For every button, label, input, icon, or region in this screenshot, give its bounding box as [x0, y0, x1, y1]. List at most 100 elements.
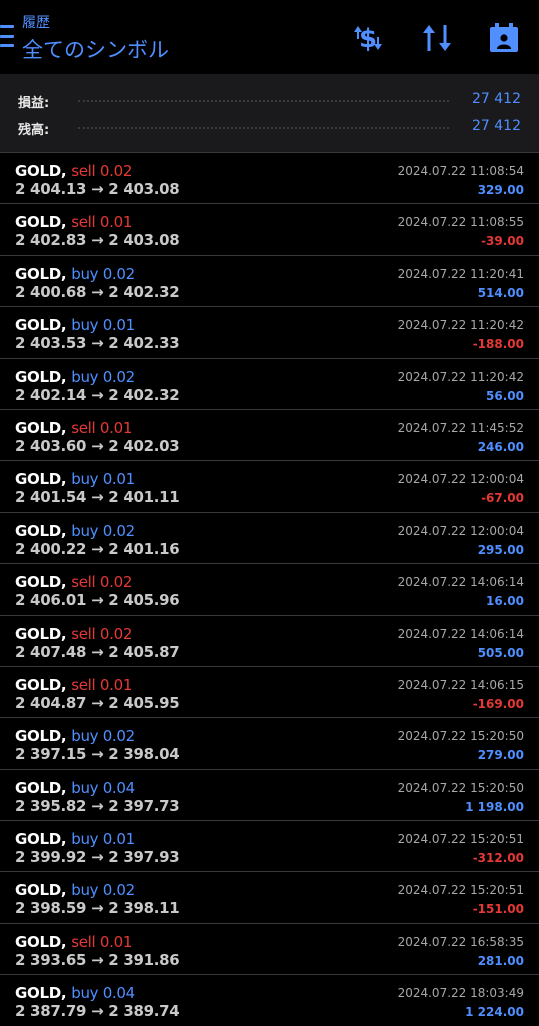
- trade-row[interactable]: GOLD, sell 0.01 2 403.60 → 2 402.03 2024.0…: [0, 408, 539, 460]
- trade-symbol: GOLD, buy 0.01: [15, 830, 135, 848]
- trade-time: 2024.07.22 11:20:42: [397, 318, 524, 333]
- trade-time: 2024.07.22 14:06:15: [397, 677, 524, 692]
- trade-row[interactable]: GOLD, buy 0.04 2 395.82 → 2 397.73 2024.07…: [0, 768, 539, 820]
- trade-row[interactable]: GOLD, sell 0.01 2 393.65 → 2 391.86 2024.0…: [0, 922, 539, 974]
- trade-history-list: GOLD, sell 0.02 2 404.13 → 2 403.08 2024.0…: [0, 152, 539, 1026]
- trade-side: buy 0.02: [71, 264, 135, 283]
- dollar-exchange-icon[interactable]: $: [350, 20, 386, 56]
- trade-symbol: GOLD, sell 0.02: [15, 162, 132, 180]
- symbol-name: GOLD,: [15, 932, 67, 951]
- trade-profit: 1 224.00: [465, 1005, 524, 1020]
- calendar-icon[interactable]: [486, 20, 522, 56]
- trade-prices: 2 393.65 → 2 391.86: [15, 950, 180, 969]
- menu-icon[interactable]: [0, 25, 14, 47]
- trade-row[interactable]: GOLD, sell 0.01 2 402.83 → 2 403.08 2024.0…: [0, 203, 539, 254]
- symbol-name: GOLD,: [15, 316, 67, 335]
- profit-value: 27 412: [472, 91, 521, 107]
- sort-icon[interactable]: [419, 20, 455, 56]
- trade-symbol: GOLD, sell 0.01: [15, 213, 132, 231]
- svg-text:$: $: [359, 24, 377, 54]
- trade-time: 2024.07.22 11:20:42: [397, 369, 524, 384]
- page-subtitle: 履歴: [22, 15, 50, 31]
- dotted-leader: [78, 127, 449, 129]
- trade-side: sell 0.02: [71, 624, 133, 643]
- trade-row[interactable]: GOLD, buy 0.02 2 397.15 → 2 398.04 2024.07…: [0, 717, 539, 768]
- trade-prices: 2 403.53 → 2 402.33: [15, 334, 180, 353]
- trade-profit: 514.00: [477, 285, 524, 300]
- trade-time: 2024.07.22 15:20:51: [397, 832, 524, 847]
- trade-row[interactable]: GOLD, sell 0.01 2 404.87 → 2 405.95 2024.0…: [0, 665, 539, 717]
- trade-row[interactable]: GOLD, buy 0.02 2 400.22 → 2 401.16 2024.07…: [0, 511, 539, 563]
- trade-symbol: GOLD, sell 0.01: [15, 933, 132, 951]
- trade-profit: 56.00: [486, 388, 524, 403]
- trade-time: 2024.07.22 12:00:04: [397, 472, 524, 487]
- trade-side: buy 0.02: [71, 521, 135, 540]
- trade-time: 2024.07.22 11:08:55: [397, 215, 524, 230]
- profit-label: 損益:: [18, 96, 50, 111]
- trade-time: 2024.07.22 14:06:14: [397, 626, 524, 641]
- symbol-name: GOLD,: [15, 984, 67, 1003]
- trade-prices: 2 399.92 → 2 397.93: [15, 848, 180, 867]
- trade-side: buy 0.02: [71, 727, 135, 746]
- trade-row[interactable]: GOLD, buy 0.02 2 400.68 → 2 402.32 2024.07…: [0, 254, 539, 306]
- trade-side: buy 0.02: [71, 367, 135, 386]
- trade-profit: 505.00: [477, 645, 524, 660]
- symbol-name: GOLD,: [15, 624, 67, 643]
- trade-time: 2024.07.22 18:03:49: [397, 986, 524, 1001]
- trade-profit: -169.00: [472, 696, 524, 711]
- trade-symbol: GOLD, buy 0.01: [15, 470, 135, 488]
- symbol-name: GOLD,: [15, 830, 67, 849]
- trade-time: 2024.07.22 11:08:54: [397, 164, 524, 178]
- trade-row[interactable]: GOLD, buy 0.04 2 387.79 → 2 389.74 2024.07…: [0, 974, 539, 1025]
- trade-prices: 2 407.48 → 2 405.87: [15, 642, 180, 661]
- trade-profit: 16.00: [486, 594, 524, 609]
- trade-symbol: GOLD, buy 0.02: [15, 727, 135, 745]
- trade-symbol: GOLD, buy 0.02: [15, 881, 135, 899]
- trade-side: sell 0.01: [71, 675, 133, 694]
- trade-prices: 2 398.59 → 2 398.11: [15, 899, 180, 918]
- symbol-name: GOLD,: [15, 367, 67, 386]
- trade-profit: -188.00: [472, 337, 524, 352]
- trade-symbol: GOLD, buy 0.02: [15, 368, 135, 386]
- summary-panel: 損益: 27 412 残高: 27 412: [0, 74, 539, 152]
- trade-profit: -39.00: [481, 234, 524, 249]
- trade-row[interactable]: GOLD, sell 0.02 2 407.48 → 2 405.87 2024.0…: [0, 614, 539, 666]
- trade-prices: 2 404.87 → 2 405.95: [15, 693, 180, 712]
- trade-time: 2024.07.22 15:20:50: [397, 729, 524, 744]
- symbol-name: GOLD,: [15, 573, 67, 592]
- trade-time: 2024.07.22 14:06:14: [397, 575, 524, 590]
- trade-row[interactable]: GOLD, sell 0.02 2 406.01 → 2 405.96 2024.0…: [0, 563, 539, 614]
- trade-profit: -67.00: [481, 491, 524, 506]
- symbol-name: GOLD,: [15, 881, 67, 900]
- trade-symbol: GOLD, buy 0.04: [15, 779, 135, 797]
- trade-side: buy 0.01: [71, 316, 135, 335]
- trade-profit: -151.00: [472, 902, 524, 917]
- trade-side: buy 0.01: [71, 470, 135, 489]
- trade-time: 2024.07.22 11:20:41: [397, 266, 524, 281]
- trade-profit: 329.00: [477, 183, 524, 197]
- trade-side: sell 0.01: [71, 418, 133, 437]
- trade-side: buy 0.04: [71, 778, 135, 797]
- symbol-name: GOLD,: [15, 778, 67, 797]
- summary-row-profit: 損益: 27 412: [0, 87, 539, 113]
- trade-prices: 2 387.79 → 2 389.74: [15, 1002, 180, 1021]
- trade-prices: 2 401.54 → 2 401.11: [15, 488, 180, 507]
- trade-prices: 2 400.68 → 2 402.32: [15, 282, 180, 301]
- trade-side: sell 0.01: [71, 213, 133, 232]
- trade-prices: 2 403.60 → 2 402.03: [15, 436, 180, 455]
- trade-symbol: GOLD, sell 0.02: [15, 625, 132, 643]
- trade-row[interactable]: GOLD, buy 0.02 2 402.14 → 2 402.32 2024.07…: [0, 357, 539, 409]
- trade-row[interactable]: GOLD, buy 0.01 2 403.53 → 2 402.33 2024.07…: [0, 306, 539, 357]
- page-title[interactable]: 全てのシンボル: [22, 34, 169, 64]
- trade-prices: 2 402.83 → 2 403.08: [15, 231, 180, 250]
- trade-row[interactable]: GOLD, buy 0.02 2 398.59 → 2 398.11 2024.07…: [0, 871, 539, 922]
- trade-row[interactable]: GOLD, buy 0.01 2 401.54 → 2 401.11 2024.07…: [0, 460, 539, 511]
- trade-time: 2024.07.22 16:58:35: [397, 934, 524, 949]
- trade-time: 2024.07.22 15:20:50: [397, 780, 524, 795]
- symbol-name: GOLD,: [15, 418, 67, 437]
- trade-row[interactable]: GOLD, buy 0.01 2 399.92 → 2 397.93 2024.07…: [0, 820, 539, 871]
- trade-row[interactable]: GOLD, sell 0.02 2 404.13 → 2 403.08 2024.0…: [0, 152, 539, 203]
- trade-time: 2024.07.22 11:45:52: [397, 420, 524, 435]
- trade-symbol: GOLD, buy 0.02: [15, 265, 135, 283]
- app-header: 履歴 全てのシンボル $: [0, 0, 539, 74]
